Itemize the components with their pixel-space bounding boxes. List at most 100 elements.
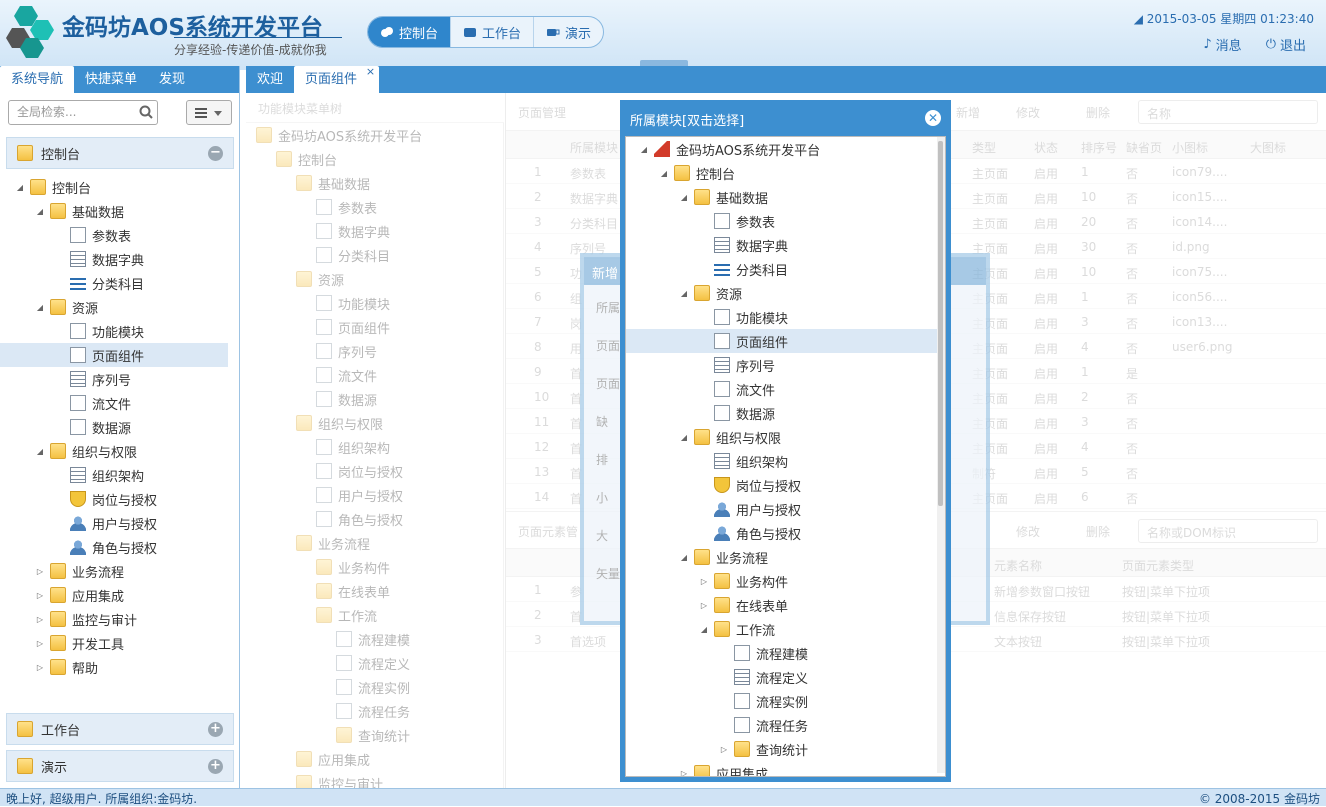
collapsed-arrow-icon[interactable]: ▷ [698,601,710,610]
module-tree-node[interactable]: 流程实例 [336,675,410,699]
module-tree-node[interactable]: 组织架构 [316,435,390,459]
tree-node[interactable]: 数据字典 [698,233,788,257]
module-tree-node[interactable]: 业务构件 [316,555,390,579]
tree-node[interactable]: ◢ 组织与权限 [678,425,781,449]
tree-node[interactable]: 岗位与授权 [698,473,801,497]
tree-node[interactable]: 数据源 [54,415,131,439]
tree-node[interactable]: 参数表 [54,223,131,247]
module-tree-node[interactable]: 序列号 [316,339,377,363]
tree-node[interactable]: ▷ 开发工具 [34,631,124,655]
collapse-icon[interactable]: − [208,146,223,161]
tree-node[interactable]: ◢ 组织与权限 [34,439,137,463]
tree-node[interactable]: ◢ 基础数据 [678,185,768,209]
elem-search-input[interactable]: 名称或DOM标识 [1138,519,1318,543]
expanded-arrow-icon[interactable]: ◢ [678,433,690,442]
collapsed-arrow-icon[interactable]: ▷ [34,567,46,576]
tree-node[interactable]: 组织架构 [698,449,788,473]
add-button[interactable]: 新增 [956,104,980,121]
collapsed-arrow-icon[interactable]: ▷ [34,591,46,600]
tree-node[interactable]: ◢ 金码坊AOS系统开发平台 [638,137,820,161]
tree-node[interactable]: 分类科目 [698,257,788,281]
tab-discover[interactable]: 发现 [148,66,196,93]
tree-node[interactable]: 组织架构 [54,463,144,487]
expanded-arrow-icon[interactable]: ◢ [678,289,690,298]
menu-dropdown-button[interactable] [186,100,232,125]
elem-edit-button[interactable]: 修改 [1016,523,1040,540]
module-tree-node[interactable]: 查询统计 [336,723,410,747]
tree-node[interactable]: ▷ 帮助 [34,655,98,679]
module-tree-node[interactable]: 页面组件 [316,315,390,339]
tree-node[interactable]: 流程建模 [718,641,808,665]
tree-node[interactable]: ◢ 控制台 [658,161,735,185]
tree-node[interactable]: 角色与授权 [698,521,801,545]
collapsed-arrow-icon[interactable]: ▷ [34,639,46,648]
module-tree-node[interactable]: 业务流程 [296,531,370,555]
global-search-input[interactable]: 全局检索... [8,100,158,125]
tree-node[interactable]: ◢ 资源 [34,295,98,319]
module-tree-node[interactable]: 流程任务 [336,699,410,723]
tree-node[interactable]: 流程定义 [718,665,808,689]
expand-icon[interactable]: + [208,722,223,737]
tree-node[interactable]: 功能模块 [54,319,144,343]
tree-node[interactable]: ▷ 查询统计 [718,737,808,761]
tree-node[interactable]: 用户与授权 [698,497,801,521]
module-tree-node[interactable]: 流文件 [316,363,377,387]
expanded-arrow-icon[interactable]: ◢ [638,145,650,154]
tree-node[interactable]: 序列号 [698,353,775,377]
module-tree-node[interactable]: 流程定义 [336,651,410,675]
panel-demo-header[interactable]: 演示 + [6,750,234,782]
collapsed-arrow-icon[interactable]: ▷ [34,615,46,624]
module-tree-node[interactable]: 功能模块 [316,291,390,315]
module-tree-node[interactable]: 工作流 [316,603,377,627]
expanded-arrow-icon[interactable]: ◢ [34,303,46,312]
tree-node[interactable]: ◢ 工作流 [698,617,775,641]
module-tree-node[interactable]: 金码坊AOS系统开发平台 [256,123,422,147]
tree-node[interactable]: ▷ 监控与审计 [34,607,137,631]
collapsed-arrow-icon[interactable]: ▷ [718,745,730,754]
expanded-arrow-icon[interactable]: ◢ [34,207,46,216]
collapsed-arrow-icon[interactable]: ▷ [678,769,690,777]
tab-welcome[interactable]: 欢迎 [246,66,294,93]
tree-node[interactable]: 岗位与授权 [54,487,157,511]
elem-delete-button[interactable]: 删除 [1086,523,1110,540]
module-tree-node[interactable]: 流程建模 [336,627,410,651]
tree-node[interactable]: 数据字典 [54,247,144,271]
expanded-arrow-icon[interactable]: ◢ [14,183,26,192]
tab-page-component[interactable]: 页面组件 × [294,65,380,93]
tree-node[interactable]: ▷ 在线表单 [698,593,788,617]
scroll-thumb[interactable] [938,141,943,506]
module-tree-node[interactable]: 组织与权限 [296,411,383,435]
panel-workbench-header[interactable]: 工作台 + [6,713,234,745]
tree-node[interactable]: ▷ 应用集成 [678,761,768,777]
module-tree-node[interactable]: 岗位与授权 [316,459,403,483]
collapsed-arrow-icon[interactable]: ▷ [34,663,46,672]
expanded-arrow-icon[interactable]: ◢ [698,625,710,634]
tab-system-nav[interactable]: 系统导航 [0,66,75,93]
module-tree-node[interactable]: 资源 [296,267,344,291]
module-tree-node[interactable]: 控制台 [276,147,337,171]
expand-icon[interactable]: + [208,759,223,774]
nav-demo[interactable]: 演示 [534,17,603,47]
tree-node[interactable]: 序列号 [54,367,131,391]
tree-node[interactable]: ◢ 基础数据 [34,199,124,223]
tree-node[interactable]: 分类科目 [54,271,144,295]
module-tree-node[interactable]: 数据字典 [316,219,390,243]
module-tree-node[interactable]: 基础数据 [296,171,370,195]
module-tree-node[interactable]: 应用集成 [296,747,370,771]
module-tree-node[interactable]: 用户与授权 [316,483,403,507]
tab-quick-menu[interactable]: 快捷菜单 [74,66,148,93]
tree-node[interactable]: 功能模块 [698,305,788,329]
expanded-arrow-icon[interactable]: ◢ [34,447,46,456]
tree-node[interactable]: 流文件 [698,377,775,401]
module-tree-node[interactable]: 监控与审计 [296,771,383,788]
tree-node[interactable]: ◢ 业务流程 [678,545,768,569]
module-tree-node[interactable]: 参数表 [316,195,377,219]
tree-node[interactable]: 流文件 [54,391,131,415]
logout-link[interactable]: ⏻ 退出 [1266,35,1306,54]
tree-node[interactable]: 页面组件 [0,343,228,367]
search-icon[interactable] [139,105,153,119]
tree-node[interactable]: ▷ 业务构件 [698,569,788,593]
module-tree-node[interactable]: 角色与授权 [316,507,403,531]
module-tree-node[interactable]: 分类科目 [316,243,390,267]
nav-console[interactable]: 控制台 [368,17,452,47]
